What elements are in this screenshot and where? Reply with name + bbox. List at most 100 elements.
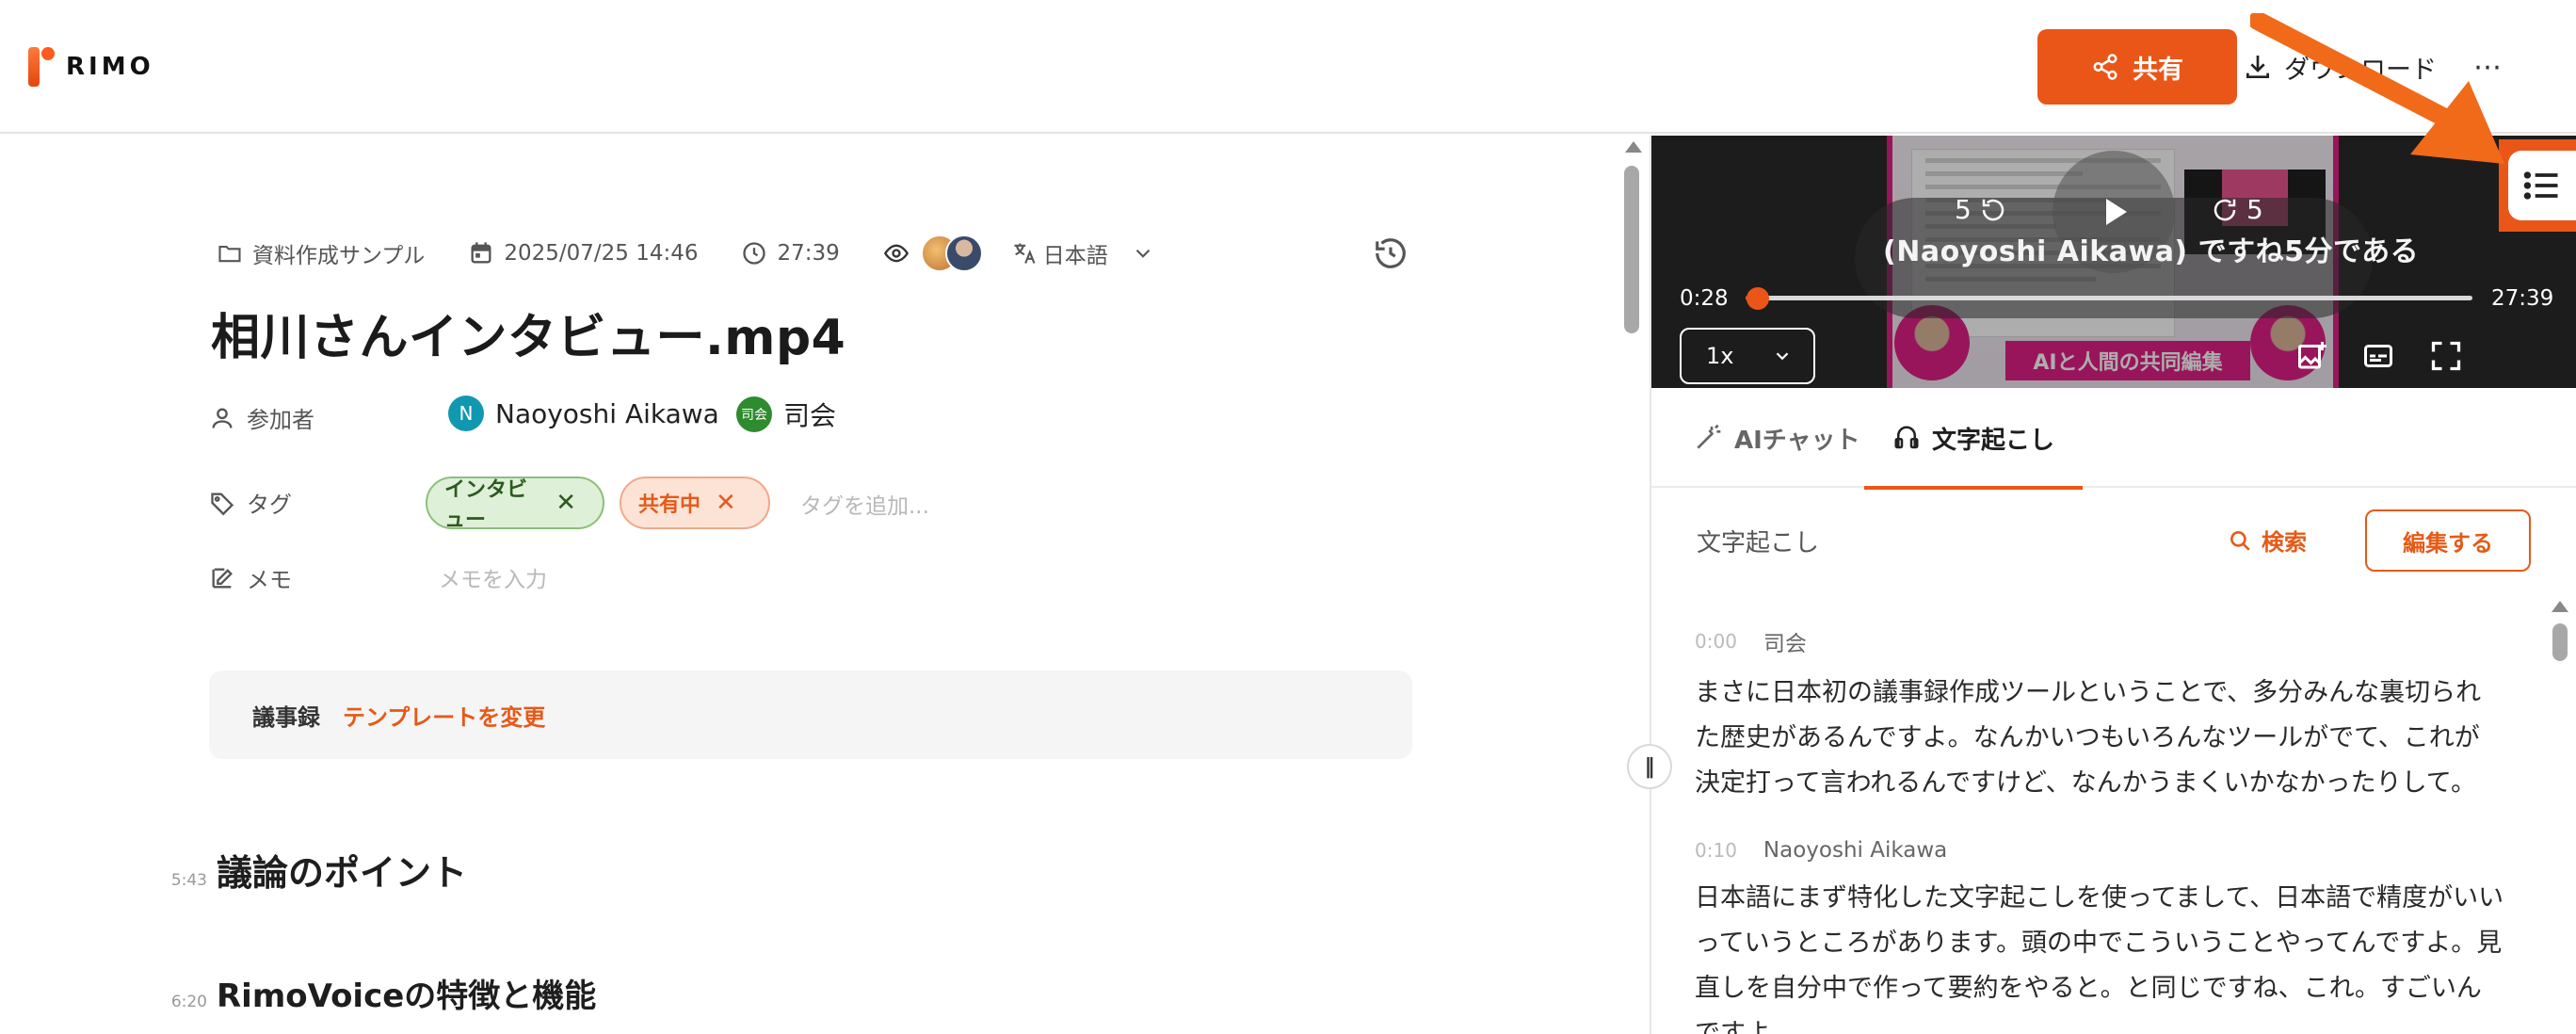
recording-date: 2025/07/25 14:46 xyxy=(504,241,699,266)
rewind-icon xyxy=(1982,199,2004,220)
chevron-down-icon xyxy=(1776,352,1789,361)
pause-icon: ‖ xyxy=(1644,754,1655,779)
right-scroll-up-arrow[interactable] xyxy=(2552,601,2568,612)
segment-text[interactable]: まさに日本初の議事録作成ツールということで、多分みんな裏切られた歴史があるんです… xyxy=(1695,670,2504,806)
viewers-item[interactable] xyxy=(883,240,910,267)
tag-add-input[interactable]: タグを追加... xyxy=(800,488,929,520)
seek-bar-handle[interactable] xyxy=(1747,287,1770,310)
participant-chip[interactable]: N Naoyoshi Aikawa xyxy=(448,396,719,431)
file-meta-row: 資料作成サンプル 2025/07/25 14:46 27:39 日本語 xyxy=(217,234,1199,272)
add-image-icon xyxy=(2298,342,2326,369)
change-template-link[interactable]: テンプレートを変更 xyxy=(343,699,545,732)
memo-label: メモ xyxy=(209,561,292,594)
person-icon xyxy=(212,408,233,428)
participant-name: Naoyoshi Aikawa xyxy=(495,397,719,429)
remove-tag-icon[interactable]: ✕ xyxy=(555,489,576,517)
current-time: 0:28 xyxy=(1680,286,1729,311)
eye-icon xyxy=(883,244,909,263)
edit-transcript-button[interactable]: 編集する xyxy=(2365,509,2531,572)
tab-ai-chat-label: AIチャット xyxy=(1734,426,1860,455)
language-select[interactable]: 日本語 xyxy=(1011,237,1155,269)
skip-forward-seconds: 5 xyxy=(2246,194,2263,225)
left-scroll-up-arrow[interactable] xyxy=(1625,141,1642,153)
video-caption: (Naoyoshi Aikawa) ですね5分である xyxy=(1883,235,2420,268)
tab-ai-chat[interactable]: AIチャット xyxy=(1693,388,1860,488)
left-scrollbar-thumb[interactable] xyxy=(1624,166,1639,333)
memo-input[interactable]: メモを入力 xyxy=(439,561,547,593)
tag-label: 共有中 xyxy=(638,493,701,517)
participant-avatar: N xyxy=(448,396,484,431)
search-label: 検索 xyxy=(2262,529,2307,556)
summary-section[interactable]: 6:20 RimoVoiceの特徴と機能 xyxy=(160,970,597,1016)
snapshot-button[interactable] xyxy=(2294,337,2331,375)
tab-transcript-label: 文字起こし xyxy=(1932,426,2055,455)
transcript-segment[interactable]: 0:10 Naoyoshi Aikawa 日本語にまず特化した文字起こしを使って… xyxy=(1695,838,2504,1034)
total-duration: 27:39 xyxy=(2491,286,2554,311)
edit-icon xyxy=(212,568,233,588)
logo-text: RIMO xyxy=(66,53,154,81)
tag-icon xyxy=(211,493,234,515)
avatar xyxy=(944,234,983,272)
section-heading: 議論のポイント xyxy=(217,852,468,894)
folder-icon xyxy=(218,245,241,263)
segment-timestamp[interactable]: 0:00 xyxy=(1695,630,1737,653)
logo-mark-icon xyxy=(28,47,55,87)
skip-back-button[interactable]: 5 xyxy=(1955,194,2007,225)
tag-label: インタビュー xyxy=(444,478,528,532)
skip-forward-button[interactable]: 5 xyxy=(2211,194,2263,225)
tag-chip[interactable]: インタビュー ✕ xyxy=(426,477,604,532)
folder-name: 資料作成サンプル xyxy=(252,244,426,268)
segment-speaker[interactable]: Naoyoshi Aikawa xyxy=(1763,838,1947,863)
tag-chip[interactable]: 共有中 ✕ xyxy=(620,477,770,529)
share-button[interactable]: 共有 xyxy=(2037,29,2237,105)
tags-label-text: タグ xyxy=(247,492,292,518)
fullscreen-button[interactable] xyxy=(2427,337,2465,375)
share-icon xyxy=(2093,54,2117,80)
transcript-icon xyxy=(1894,426,1919,449)
pane-resize-handle[interactable]: ‖ xyxy=(1627,744,1672,789)
participant-chip[interactable]: 司会 司会 xyxy=(736,396,836,433)
minutes-label: 議事録 xyxy=(252,703,320,731)
duration-item: 27:39 xyxy=(741,240,840,267)
forward-icon xyxy=(2214,199,2236,220)
magic-wand-icon xyxy=(1697,424,1721,449)
history-icon[interactable] xyxy=(1373,235,1409,271)
playback-speed-select[interactable]: 1x xyxy=(1680,328,1815,384)
skip-back-seconds: 5 xyxy=(1955,194,1972,225)
play-icon xyxy=(2106,199,2127,225)
rimo-logo[interactable]: RIMO xyxy=(28,47,154,87)
chevron-down-icon xyxy=(1135,249,1151,258)
right-scrollbar-thumb[interactable] xyxy=(2552,623,2568,661)
section-heading: RimoVoiceの特徴と機能 xyxy=(217,977,597,1015)
transcript-heading: 文字起こし xyxy=(1697,529,1820,557)
transcript-segment[interactable]: 0:00 司会 まさに日本初の議事録作成ツールということで、多分みんな裏切られた… xyxy=(1695,625,2504,806)
section-timestamp[interactable]: 5:43 xyxy=(160,871,207,890)
language-label: 日本語 xyxy=(1042,244,1108,268)
clock-icon xyxy=(743,242,766,265)
tab-transcript[interactable]: 文字起こし xyxy=(1864,388,2084,490)
subtitles-icon xyxy=(2364,345,2392,367)
memo-label-text: メモ xyxy=(247,567,292,593)
segment-speaker[interactable]: 司会 xyxy=(1763,625,1807,657)
recording-duration: 27:39 xyxy=(777,241,840,266)
folder-link[interactable]: 資料作成サンプル xyxy=(217,237,425,269)
subtitles-button[interactable] xyxy=(2359,337,2397,375)
search-button[interactable]: 検索 xyxy=(2228,524,2307,557)
segment-timestamp[interactable]: 0:10 xyxy=(1695,839,1737,862)
participants-label-text: 参加者 xyxy=(247,407,314,433)
minutes-template-bar: 議事録 テンプレートを変更 xyxy=(209,670,1412,759)
seek-bar[interactable] xyxy=(1746,287,2472,310)
annotation-arrow-icon xyxy=(2250,13,2504,164)
segment-text[interactable]: 日本語にまず特化した文字起こしを使ってまして、日本語で精度がいいっていうところが… xyxy=(1695,876,2504,1034)
viewer-avatars[interactable] xyxy=(920,234,983,272)
side-panel-tabs: AIチャット 文字起こし xyxy=(1651,388,2576,490)
tags-label: タグ xyxy=(209,486,292,519)
section-timestamp[interactable]: 6:20 xyxy=(160,993,207,1011)
summary-section[interactable]: 5:43 議論のポイント xyxy=(160,844,467,896)
participants-label: 参加者 xyxy=(209,401,314,434)
page-title[interactable]: 相川さんインタビュー.mp4 xyxy=(211,298,845,368)
remove-tag-icon[interactable]: ✕ xyxy=(716,489,736,517)
date-item: 2025/07/25 14:46 xyxy=(468,240,698,267)
search-icon xyxy=(2230,530,2250,551)
playback-speed-value: 1x xyxy=(1706,343,1734,369)
